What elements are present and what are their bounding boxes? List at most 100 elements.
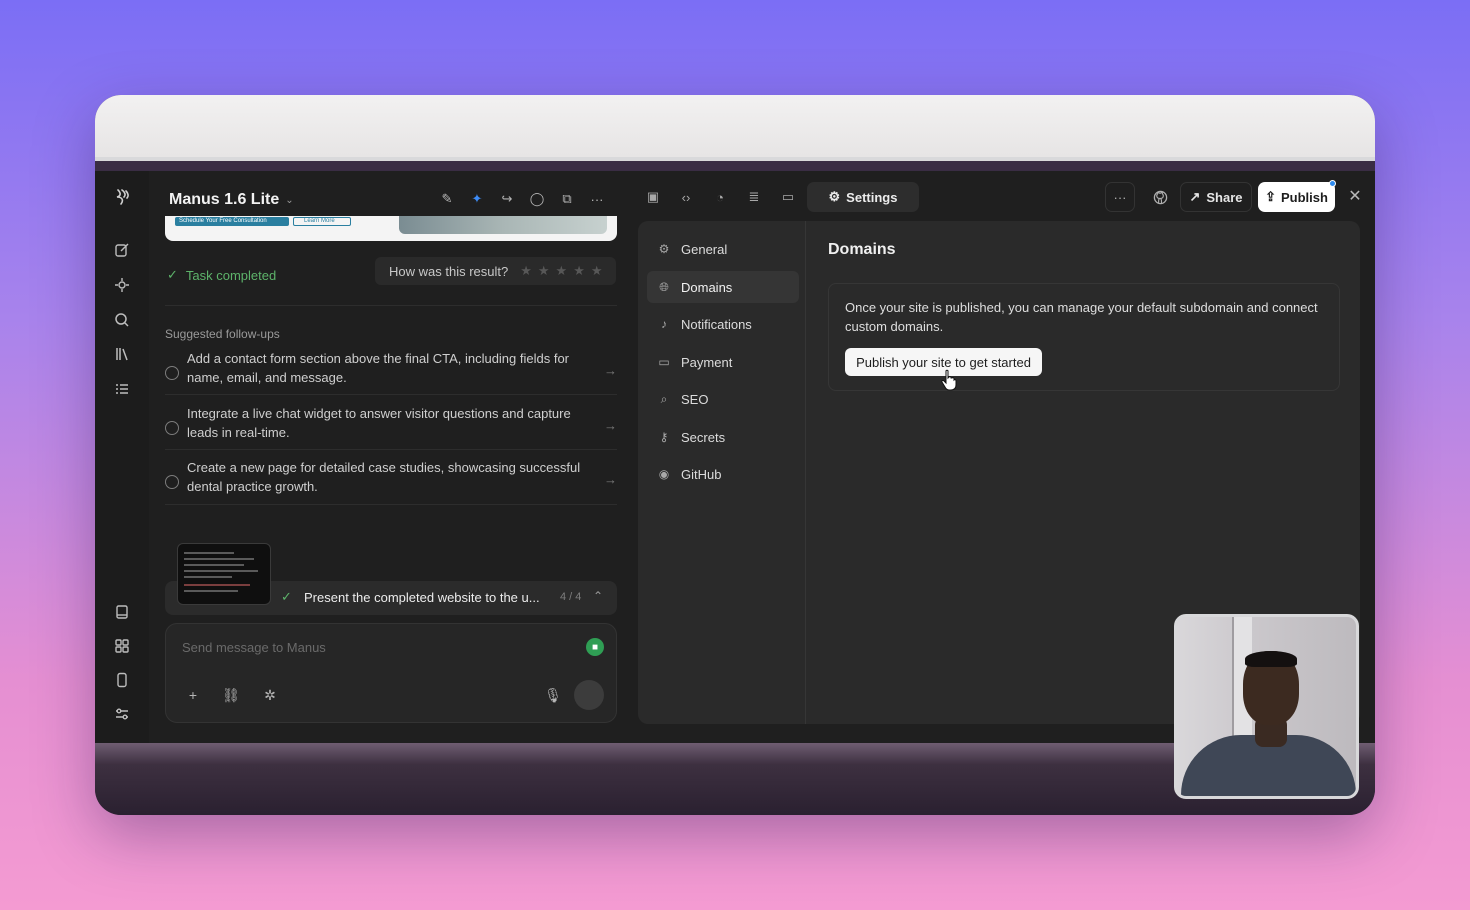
star-icon[interactable]: ★ — [556, 263, 568, 279]
star-icon[interactable]: ★ — [538, 263, 550, 279]
tab-settings[interactable]: ⚙ Settings — [807, 182, 919, 212]
settings-nav-seo[interactable]: ⌕ SEO — [647, 383, 799, 415]
new-task-icon[interactable] — [112, 240, 132, 260]
mobile-icon[interactable] — [112, 670, 132, 690]
star-icon[interactable]: ★ — [573, 263, 585, 279]
github-icon[interactable] — [1145, 182, 1175, 212]
frame-divider — [95, 157, 1375, 161]
settings-nav: ⚙ General 🌐︎ Domains ♪ Notifications ▭ P… — [638, 221, 806, 724]
model-selector[interactable]: Manus 1.6 Lite ⌄ — [169, 191, 294, 209]
divider — [165, 305, 617, 306]
followup-item[interactable]: Create a new page for detailed case stud… — [165, 458, 617, 510]
preview-icon[interactable]: ▣ — [644, 188, 662, 206]
followups-heading: Suggested follow-ups — [165, 327, 280, 341]
hand-cursor-icon — [941, 369, 957, 391]
settings-nav-secrets[interactable]: ⚷ Secrets — [647, 421, 799, 453]
book-icon[interactable] — [112, 602, 132, 622]
message-composer[interactable]: Send message to Manus ■ + ⛓ ✲ 🎙 — [165, 623, 617, 723]
task-status-label: Task completed — [185, 267, 277, 283]
check-icon: ✓ — [281, 589, 292, 604]
library-icon[interactable] — [112, 344, 132, 364]
search-icon[interactable] — [112, 310, 132, 330]
upload-icon: ⇪ — [1265, 189, 1276, 204]
code-icon[interactable]: ‹› — [677, 188, 695, 206]
preview-learn-more: Learn More — [293, 217, 351, 226]
check-icon: ✓ — [167, 267, 178, 282]
apps-icon[interactable] — [112, 636, 132, 656]
publish-button[interactable]: ⇪ Publish — [1258, 182, 1335, 212]
rating-stars: ★ ★ ★ ★ ★ — [520, 263, 602, 279]
share-arrow-icon[interactable]: ↪ — [499, 191, 515, 207]
connectors-icon[interactable]: ⛓ — [222, 686, 240, 704]
nav-label: GitHub — [681, 466, 722, 482]
left-rail — [95, 171, 149, 743]
close-icon[interactable]: ✕ — [1345, 186, 1365, 206]
sliders-icon[interactable] — [112, 704, 132, 724]
share-arrow-icon: ↗ — [1189, 189, 1201, 204]
share-label: Share — [1206, 189, 1243, 205]
message-input[interactable]: Send message to Manus — [182, 640, 326, 655]
bot-icon[interactable]: ■ — [586, 638, 604, 656]
github-icon: ◉ — [658, 467, 670, 481]
files-icon[interactable]: ▭ — [779, 188, 797, 206]
more-icon[interactable]: ··· — [589, 191, 605, 207]
frame-top-bar — [95, 95, 1375, 161]
settings-nav-github[interactable]: ◉ GitHub — [647, 458, 799, 490]
step-count: 4 / 4 — [560, 591, 582, 603]
settings-nav-general[interactable]: ⚙ General — [647, 233, 799, 265]
chat-bubble-icon — [165, 421, 179, 435]
settings-nav-domains[interactable]: 🌐︎ Domains — [647, 271, 799, 303]
preview-toolbar: ▣ ‹› ◔ ≣ ▭ ⚙ Settings ··· ↗ Share ⇪ Publ… — [635, 171, 1375, 221]
agents-icon[interactable] — [112, 275, 132, 295]
divider — [165, 504, 617, 505]
settings-nav-notifications[interactable]: ♪ Notifications — [647, 308, 799, 340]
chat-panel: Manus 1.6 Lite ⌄ ✎ ✦ ↪ ◯ ⧉ ··· Schedule … — [149, 171, 634, 743]
share-button[interactable]: ↗ Share — [1180, 182, 1252, 212]
tasks-list-icon[interactable] — [112, 379, 132, 399]
bell-icon: ♪ — [661, 317, 667, 331]
notification-dot — [1329, 180, 1336, 187]
arrow-right-icon: → — [604, 418, 617, 433]
arrow-right-icon: → — [604, 472, 617, 487]
magic-wand-icon[interactable]: ✎ — [439, 191, 455, 207]
chat-bubble-icon — [165, 366, 179, 380]
chat-bubble-icon — [165, 475, 179, 489]
user-icon[interactable]: ◯ — [529, 191, 545, 207]
followup-text: Integrate a live chat widget to answer v… — [187, 406, 571, 440]
gear-icon: ⚙ — [658, 242, 670, 256]
publish-label: Publish — [1280, 189, 1328, 205]
settings-tab-label: Settings — [846, 189, 898, 205]
gear-icon: ⚙ — [828, 189, 841, 204]
database-icon[interactable]: ≣ — [745, 188, 763, 206]
nav-label: Domains — [681, 279, 733, 295]
star-icon[interactable]: ★ — [520, 263, 532, 279]
domains-description: Once your site is published, you can man… — [845, 300, 1318, 334]
nav-label: General — [681, 241, 728, 257]
nav-label: Secrets — [681, 429, 726, 445]
more-options-button[interactable]: ··· — [1105, 182, 1135, 212]
copy-icon[interactable]: ⧉ — [559, 191, 575, 207]
preview-cta-button: Schedule Your Free Consultation — [175, 217, 289, 226]
rating-prompt: How was this result? — [389, 263, 509, 279]
task-status: ✓ Task completed — [167, 267, 276, 283]
manus-logo-icon[interactable] — [112, 187, 132, 207]
sparkle-icon[interactable]: ✦ — [469, 191, 485, 207]
puzzle-icon[interactable]: ✲ — [261, 686, 279, 704]
app-title: Manus 1.6 Lite — [169, 191, 280, 208]
chevron-up-icon[interactable]: ⌃ — [593, 589, 603, 603]
credit-card-icon: ▭ — [658, 355, 670, 369]
send-button[interactable] — [574, 680, 604, 710]
plus-icon[interactable]: + — [184, 686, 202, 704]
settings-nav-payment[interactable]: ▭ Payment — [647, 346, 799, 378]
seo-search-icon: ⌕ — [660, 391, 668, 406]
followup-text: Create a new page for detailed case stud… — [187, 460, 581, 494]
microphone-icon[interactable]: 🎙 — [544, 686, 562, 704]
website-preview-card[interactable]: Schedule Your Free Consultation Learn Mo… — [165, 216, 617, 241]
star-icon[interactable]: ★ — [591, 263, 603, 279]
preview-image — [399, 216, 607, 234]
webcam-overlay — [1174, 614, 1359, 799]
analytics-icon[interactable]: ◔ — [711, 188, 729, 206]
arrow-right-icon: → — [604, 363, 617, 378]
computer-preview-thumbnail[interactable] — [177, 543, 271, 605]
key-icon: ⚷ — [659, 430, 669, 444]
